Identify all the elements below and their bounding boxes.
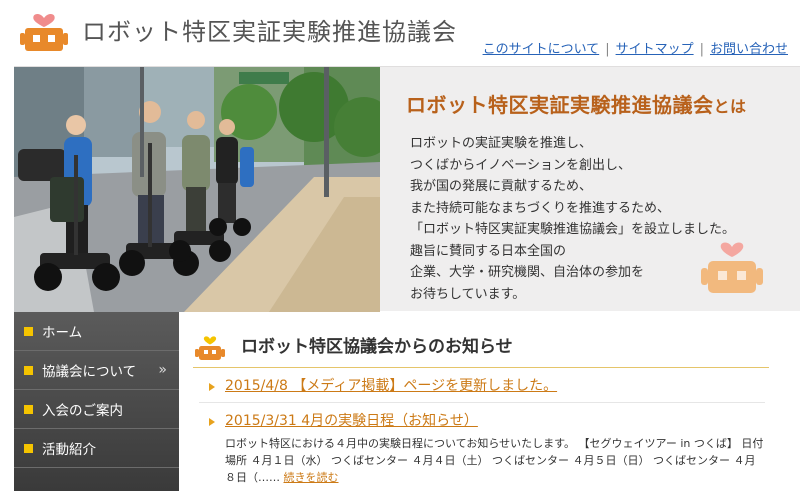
contact-link[interactable]: お問い合わせ <box>710 42 788 57</box>
hero-line: 趣旨に賛同する日本全国の <box>410 243 567 259</box>
hero-banner: ロボット特区実証実験推進協議会とは ロボットの実証実験を推進し、 つくばからイノ… <box>14 66 800 312</box>
hero-description: ロボットの実証実験を推進し、 つくばからイノベーションを創出し、 我が国の発展に… <box>410 133 735 305</box>
sidebar-item-label: ホーム <box>42 325 83 341</box>
sidebar-nav: ホーム 協議会について » 入会のご案内 活動紹介 <box>14 312 179 491</box>
sidebar-item-activities[interactable]: 活動紹介 <box>14 429 179 468</box>
main-content: ロボット特区協議会からのお知らせ 2015/4/8 【メディア掲載】ページを更新… <box>179 312 800 491</box>
hero-title-main: ロボット特区実証実験推進協議会 <box>406 93 714 117</box>
hero-photo-segway-riders <box>14 67 380 312</box>
news-item-link[interactable]: 2015/4/8 【メディア掲載】ページを更新しました。 <box>199 374 765 398</box>
hero-line: また持続可能なまちづくりを推進するため、 <box>410 200 671 216</box>
sidebar-item-label: 協議会について <box>42 364 137 380</box>
chevron-right-icon: » <box>158 362 167 378</box>
hero-line: 企業、大学・研究機関、自治体の参加を <box>410 265 645 280</box>
sidebar-item-membership[interactable]: 入会のご案内 <box>14 390 179 429</box>
robot-mascot-icon <box>701 242 763 293</box>
hero-line: つくばからイノベーションを創出し、 <box>410 157 632 173</box>
square-bullet-icon <box>24 405 33 414</box>
about-site-link[interactable]: このサイトについて <box>483 42 600 57</box>
triangle-bullet-icon <box>209 383 215 391</box>
hero-title-suffix: とは <box>713 97 747 116</box>
sidebar-item-home[interactable]: ホーム <box>14 312 179 351</box>
robot-heart-icon <box>195 336 225 360</box>
news-item-link[interactable]: 2015/3/31 4月の実験日程（お知らせ） <box>199 409 765 433</box>
news-list: 2015/4/8 【メディア掲載】ページを更新しました。 2015/3/31 4… <box>199 374 765 486</box>
hero-line: 「ロボット特区実証実験推進協議会」を設立しました。 <box>410 222 736 237</box>
read-more-link[interactable]: 続きを読む <box>284 471 339 484</box>
hero-line: ロボットの実証実験を推進し、 <box>410 136 593 151</box>
hero-line: 我が国の発展に貢献するため、 <box>410 179 593 194</box>
util-separator: | <box>605 42 610 57</box>
util-separator: | <box>699 42 704 57</box>
news-item: 2015/3/31 4月の実験日程（お知らせ） ロボット特区における４月中の実験… <box>199 409 765 486</box>
square-bullet-icon <box>24 366 33 375</box>
robot-logo-icon[interactable] <box>18 6 70 52</box>
news-header: ロボット特区協議会からのお知らせ <box>193 324 769 368</box>
site-title[interactable]: ロボット特区実証実験推進協議会 <box>82 12 457 47</box>
hero-line: お待ちしています。 <box>410 286 526 302</box>
site-header: ロボット特区実証実験推進協議会 このサイトについて | サイトマップ | お問い合わせ <box>0 0 800 64</box>
news-item: 2015/4/8 【メディア掲載】ページを更新しました。 <box>199 374 765 403</box>
triangle-bullet-icon <box>209 418 215 426</box>
hero-title: ロボット特区実証実験推進協議会とは <box>406 89 747 118</box>
sitemap-link[interactable]: サイトマップ <box>616 42 694 57</box>
utility-nav: このサイトについて | サイトマップ | お問い合わせ <box>483 38 788 57</box>
sidebar-item-label: 活動紹介 <box>42 442 96 458</box>
square-bullet-icon <box>24 444 33 453</box>
square-bullet-icon <box>24 327 33 336</box>
news-excerpt: ロボット特区における４月中の実験日程についてお知らせいたします。 【セグウェイツ… <box>199 435 765 486</box>
sidebar-item-label: 入会のご案内 <box>42 403 123 419</box>
news-section-title: ロボット特区協議会からのお知らせ <box>241 337 513 357</box>
sidebar-item-about[interactable]: 協議会について » <box>14 351 179 390</box>
